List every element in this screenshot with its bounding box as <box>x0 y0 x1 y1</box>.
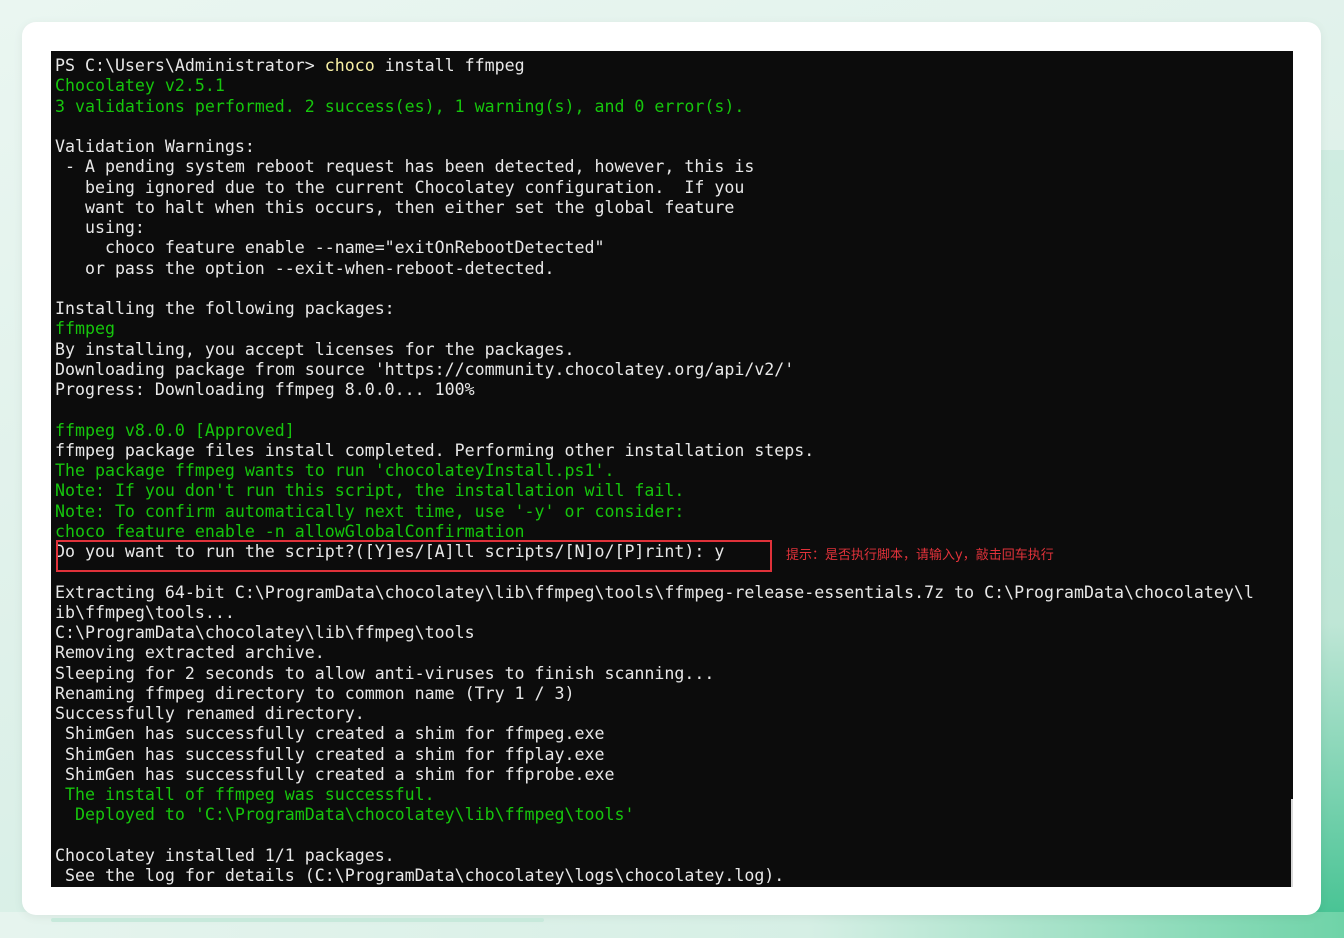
terminal-line: Downloading package from source 'https:/… <box>55 359 795 379</box>
terminal-line-command: PS C:\Users\Administrator> choco install… <box>55 56 1254 76</box>
terminal-line: Validation Warnings: <box>55 137 255 156</box>
terminal-scrollbar[interactable] <box>1291 799 1293 887</box>
terminal-line: Deployed to 'C:\ProgramData\chocolatey\l… <box>55 805 635 825</box>
annotation-hint: 提示：是否执行脚本，请输入y，敲击回车执行 <box>786 548 1054 563</box>
terminal-line: Successfully renamed directory. <box>55 704 365 723</box>
terminal-line: ib\ffmpeg\tools... <box>55 602 235 622</box>
terminal-line: Chocolatey v2.5.1 <box>55 76 225 96</box>
terminal-line: Extracting 64-bit C:\ProgramData\chocola… <box>55 582 1254 602</box>
terminal-line: ShimGen has successfully created a shim … <box>55 724 605 744</box>
background-bottom-accent <box>0 912 1344 938</box>
terminal-line: See the log for details (C:\ProgramData\… <box>55 866 785 885</box>
terminal-line: The package ffmpeg wants to run 'chocola… <box>55 461 615 480</box>
terminal-line: Sleeping for 2 seconds to allow anti-vir… <box>55 663 715 683</box>
terminal-line: 3 validations performed. 2 success(es), … <box>55 96 745 116</box>
terminal-line: using: <box>55 218 145 237</box>
terminal-line: - A pending system reboot request has be… <box>55 157 755 177</box>
confirm-prompt-highlight-box <box>56 540 772 572</box>
terminal-line: want to halt when this occurs, then eith… <box>55 197 735 217</box>
terminal-line: choco feature enable --name="exitOnReboo… <box>55 238 605 258</box>
command-name: choco <box>324 56 375 75</box>
terminal-line: Progress: Downloading ffmpeg 8.0.0... 10… <box>55 380 475 399</box>
terminal-line: ffmpeg v8.0.0 [Approved] <box>55 420 295 440</box>
command-args: install ffmpeg <box>374 56 525 75</box>
terminal-line: ShimGen has successfully created a shim … <box>55 764 615 784</box>
terminal-line: The install of ffmpeg was successful. <box>55 785 435 804</box>
terminal-line: Chocolatey installed 1/1 packages. <box>55 845 395 865</box>
terminal-line: or pass the option --exit-when-reboot-de… <box>55 258 555 278</box>
terminal-line: ffmpeg package files install completed. … <box>55 440 815 460</box>
terminal-output: PS C:\Users\Administrator> choco install… <box>55 56 1254 886</box>
terminal-line: ShimGen has successfully created a shim … <box>55 744 605 764</box>
terminal-line: choco feature enable -n allowGlobalConfi… <box>55 521 525 541</box>
terminal-line: being ignored due to the current Chocola… <box>55 177 745 197</box>
terminal-line: Renaming ffmpeg directory to common name… <box>55 683 575 703</box>
terminal-line: Note: If you don't run this script, the … <box>55 481 685 501</box>
terminal-line: Note: To confirm automatically next time… <box>55 501 685 521</box>
shell-prompt: PS C:\Users\Administrator> <box>55 56 325 75</box>
terminal-line: C:\ProgramData\chocolatey\lib\ffmpeg\too… <box>55 623 475 642</box>
terminal-line: Removing extracted archive. <box>55 643 325 663</box>
terminal-line: By installing, you accept licenses for t… <box>55 339 575 359</box>
terminal-line: Installing the following packages: <box>55 299 395 318</box>
powershell-terminal[interactable]: PS C:\Users\Administrator> choco install… <box>51 51 1293 887</box>
card-underline <box>51 918 544 922</box>
terminal-line: ffmpeg <box>55 319 115 339</box>
